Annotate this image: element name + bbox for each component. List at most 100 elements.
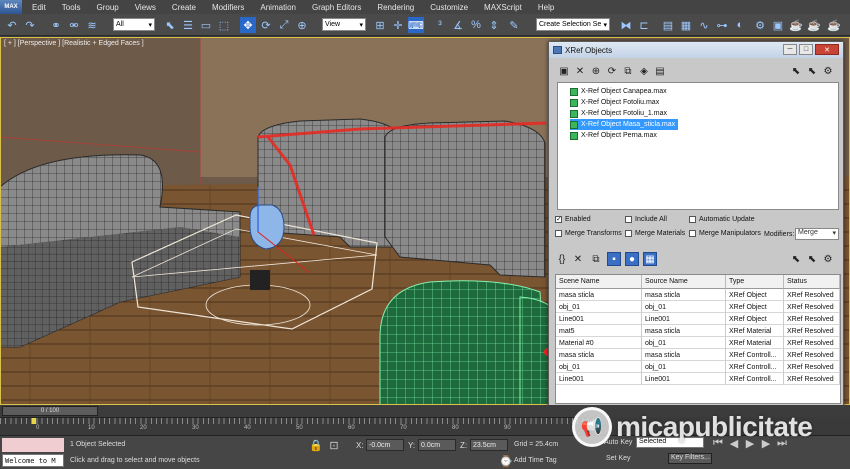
set-key-button[interactable]: Set Key <box>606 455 631 462</box>
reference-coordinate-select[interactable]: View <box>322 18 366 31</box>
named-selection-set-input[interactable]: Create Selection Se <box>536 18 610 31</box>
remove-entity-icon[interactable]: ✕ <box>571 252 585 266</box>
column-header-type[interactable]: Type <box>726 275 784 289</box>
table-row[interactable]: obj_01 obj_01 XRef Controll... XRef Reso… <box>556 361 840 373</box>
curve-editor-icon[interactable]: ∿ <box>696 17 712 33</box>
entity-settings-icon[interactable]: ⚙ <box>821 252 835 266</box>
close-button[interactable]: ✕ <box>815 44 839 55</box>
absolute-mode-icon[interactable]: ⊡ <box>326 437 342 453</box>
select-from-scene-icon[interactable]: ⬉ <box>789 64 803 78</box>
application-button[interactable]: MAX <box>0 0 22 14</box>
window-crossing-icon[interactable]: ⬚ <box>216 17 232 33</box>
undo-icon[interactable]: ↶ <box>4 17 20 33</box>
modifiers-select[interactable]: Merge <box>795 228 839 240</box>
menu-tools[interactable]: Tools <box>62 3 81 12</box>
menu-maxscript[interactable]: MAXScript <box>484 3 522 12</box>
layer-manager-icon[interactable]: ▤ <box>660 17 676 33</box>
add-time-tag-button[interactable]: Add Time Tag <box>514 457 557 464</box>
create-xref-record-icon[interactable]: ▣ <box>557 64 571 78</box>
lock-selection-icon[interactable]: 🔒 <box>308 437 324 453</box>
merge-transforms-checkbox[interactable]: Merge Transforms <box>555 230 622 237</box>
menu-graph-editors[interactable]: Graph Editors <box>312 3 361 12</box>
menu-create[interactable]: Create <box>172 3 196 12</box>
unlink-icon[interactable]: ⚮ <box>66 17 82 33</box>
open-source-file-icon[interactable]: ▤ <box>653 64 667 78</box>
table-row[interactable]: Line001 Line001 XRef Controll... XRef Re… <box>556 373 840 385</box>
track-bar[interactable]: 0 10 20 30 40 50 60 70 80 90 <box>0 417 600 435</box>
align-icon[interactable]: ⊏ <box>636 17 652 33</box>
xref-entities-table[interactable]: Scene Name Source Name Type Status masa … <box>555 274 841 404</box>
menu-customize[interactable]: Customize <box>430 3 468 12</box>
link-icon[interactable]: ⚭ <box>48 17 64 33</box>
key-filters-button[interactable]: Key Filters... <box>668 453 712 464</box>
rendered-frame-window-icon[interactable]: ▣ <box>770 17 786 33</box>
table-row[interactable]: Line001 Line001 XRef Object XRef Resolve… <box>556 313 840 325</box>
table-row[interactable]: masa sticla masa sticla XRef Object XRef… <box>556 289 840 301</box>
angle-snap-icon[interactable]: ∡ <box>450 17 466 33</box>
material-editor-icon[interactable]: ◐ <box>732 17 748 33</box>
merge-materials-checkbox[interactable]: Merge Materials <box>625 230 685 237</box>
select-and-scale-icon[interactable]: ⤢ <box>276 17 292 33</box>
select-by-name-icon[interactable]: ☰ <box>180 17 196 33</box>
list-item[interactable]: X-Ref Object Perna.max <box>570 130 660 141</box>
menu-help[interactable]: Help <box>538 3 554 12</box>
bind-space-warp-icon[interactable]: ≋ <box>84 17 100 33</box>
select-manipulate-icon[interactable]: ✛ <box>390 17 406 33</box>
highlight-selected-icon[interactable]: ⬉ <box>805 64 819 78</box>
list-controllers-icon[interactable]: ▦ <box>643 252 657 266</box>
add-entity-icon[interactable]: {} <box>555 252 569 266</box>
snaps-toggle-icon[interactable]: ³ <box>432 17 448 33</box>
merge-in-scene-icon[interactable]: ⧉ <box>621 64 635 78</box>
column-header-status[interactable]: Status <box>784 275 840 289</box>
menu-group[interactable]: Group <box>96 3 118 12</box>
render-production-icon[interactable]: ☕ <box>788 17 804 33</box>
menu-modifiers[interactable]: Modifiers <box>212 3 244 12</box>
select-object-icon[interactable]: ⬉ <box>162 17 178 33</box>
keyboard-shortcut-override-icon[interactable]: ⌨ <box>408 17 424 33</box>
table-row[interactable]: masa sticla masa sticla XRef Controll...… <box>556 349 840 361</box>
list-item[interactable]: X-Ref Object Fotoliu_1.max <box>570 108 670 119</box>
menu-views[interactable]: Views <box>135 3 156 12</box>
list-item[interactable]: X-Ref Object Canapea.max <box>570 86 670 97</box>
xref-files-list[interactable]: X-Ref Object Canapea.max X-Ref Object Fo… <box>557 82 839 210</box>
select-place-icon[interactable]: ⊕ <box>294 17 310 33</box>
render-setup-icon[interactable]: ⚙ <box>752 17 768 33</box>
include-all-checkbox[interactable]: Include All <box>625 216 667 223</box>
settings-icon[interactable]: ⚙ <box>821 64 835 78</box>
highlight-entity-icon[interactable]: ⬉ <box>805 252 819 266</box>
render-iterative-icon[interactable]: ☕ <box>806 17 822 33</box>
menu-rendering[interactable]: Rendering <box>377 3 414 12</box>
table-row[interactable]: Material #0 obj_01 XRef Material XRef Re… <box>556 337 840 349</box>
schematic-view-icon[interactable]: ⊶ <box>714 17 730 33</box>
redo-icon[interactable]: ↷ <box>22 17 38 33</box>
spinner-snap-icon[interactable]: ⇕ <box>486 17 502 33</box>
list-materials-icon[interactable]: ● <box>625 252 639 266</box>
update-icon[interactable]: ⟳ <box>605 64 619 78</box>
time-slider[interactable]: 0 / 100 <box>2 406 98 416</box>
percent-snap-icon[interactable]: % <box>468 17 484 33</box>
merge-entity-icon[interactable]: ⧉ <box>589 252 603 266</box>
menu-edit[interactable]: Edit <box>32 3 46 12</box>
maxscript-listener-area[interactable] <box>2 438 64 452</box>
enabled-checkbox[interactable]: ✓ Enabled <box>555 216 591 223</box>
select-and-rotate-icon[interactable]: ⟳ <box>258 17 274 33</box>
column-header-source-name[interactable]: Source Name <box>642 275 726 289</box>
table-row[interactable]: mat5 masa sticla XRef Material XRef Reso… <box>556 325 840 337</box>
maxscript-mini-listener[interactable]: Welcome to M <box>2 454 64 467</box>
list-item[interactable]: X-Ref Object Fotoliu.max <box>570 97 662 108</box>
select-entity-icon[interactable]: ⬉ <box>789 252 803 266</box>
select-and-move-icon[interactable]: ✥ <box>240 17 256 33</box>
convert-selected-icon[interactable]: ◈ <box>637 64 651 78</box>
add-objects-icon[interactable]: ⊕ <box>589 64 603 78</box>
column-header-scene-name[interactable]: Scene Name <box>556 275 642 289</box>
merge-manipulators-checkbox[interactable]: Merge Manipulators <box>689 230 761 237</box>
mirror-icon[interactable]: ⧓ <box>618 17 634 33</box>
list-item-selected[interactable]: X-Ref Object Masa_sticla.max <box>570 119 679 130</box>
graphite-ribbon-icon[interactable]: ▦ <box>678 17 694 33</box>
list-objects-icon[interactable]: ▪ <box>607 252 621 266</box>
edit-named-selection-icon[interactable]: ✎ <box>506 17 522 33</box>
z-coordinate-input[interactable]: 23.5cm <box>470 439 508 451</box>
rectangular-selection-icon[interactable]: ▭ <box>198 17 214 33</box>
table-row[interactable]: obj_01 obj_01 XRef Object XRef Resolved <box>556 301 840 313</box>
automatic-update-checkbox[interactable]: Automatic Update <box>689 216 755 223</box>
